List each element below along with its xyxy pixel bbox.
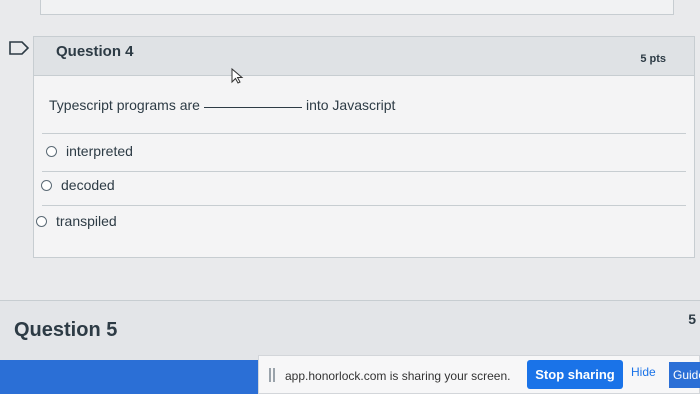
radio-button[interactable] — [46, 145, 57, 157]
prompt-text-before: Typescript programs are — [49, 97, 200, 113]
answer-option-transpiled[interactable]: transpiled — [36, 213, 117, 229]
question-5-title: Question 5 — [14, 319, 118, 341]
fill-in-blank — [203, 107, 302, 108]
divider — [42, 171, 686, 172]
divider — [42, 133, 686, 134]
share-message: app.honorlock.com is sharing your screen… — [285, 369, 511, 383]
question-5-points: 5 — [688, 311, 696, 327]
drag-handle-icon[interactable] — [269, 368, 275, 382]
prompt-text-after: into Javascript — [305, 97, 396, 113]
radio-button[interactable] — [41, 179, 52, 191]
answer-label: decoded — [61, 177, 115, 193]
answer-label: transpiled — [56, 213, 117, 229]
divider — [42, 205, 686, 206]
previous-question-card — [40, 0, 674, 15]
question-4-card: Question 4 5 pts Typescript programs are… — [33, 36, 695, 258]
question-4-prompt: Typescript programs are into Javascript — [49, 97, 395, 113]
answer-option-decoded[interactable]: decoded — [41, 177, 115, 193]
stop-sharing-button[interactable]: Stop sharing — [527, 360, 623, 389]
answer-option-interpreted[interactable]: interpreted — [46, 143, 133, 159]
hide-button[interactable]: Hide — [631, 365, 656, 379]
question-4-header: Question 4 5 pts — [34, 37, 694, 76]
radio-button[interactable] — [36, 215, 47, 227]
question-4-title: Question 4 — [56, 43, 134, 60]
screen-share-bar: app.honorlock.com is sharing your screen… — [258, 355, 700, 394]
guide-button[interactable]: Guide — [669, 362, 700, 388]
flag-question-icon[interactable] — [8, 40, 30, 56]
mouse-cursor-icon — [231, 67, 244, 84]
question-5-card: Question 5 5 — [0, 300, 700, 363]
answer-label: interpreted — [66, 143, 133, 159]
question-4-points: 5 pts — [640, 53, 666, 65]
